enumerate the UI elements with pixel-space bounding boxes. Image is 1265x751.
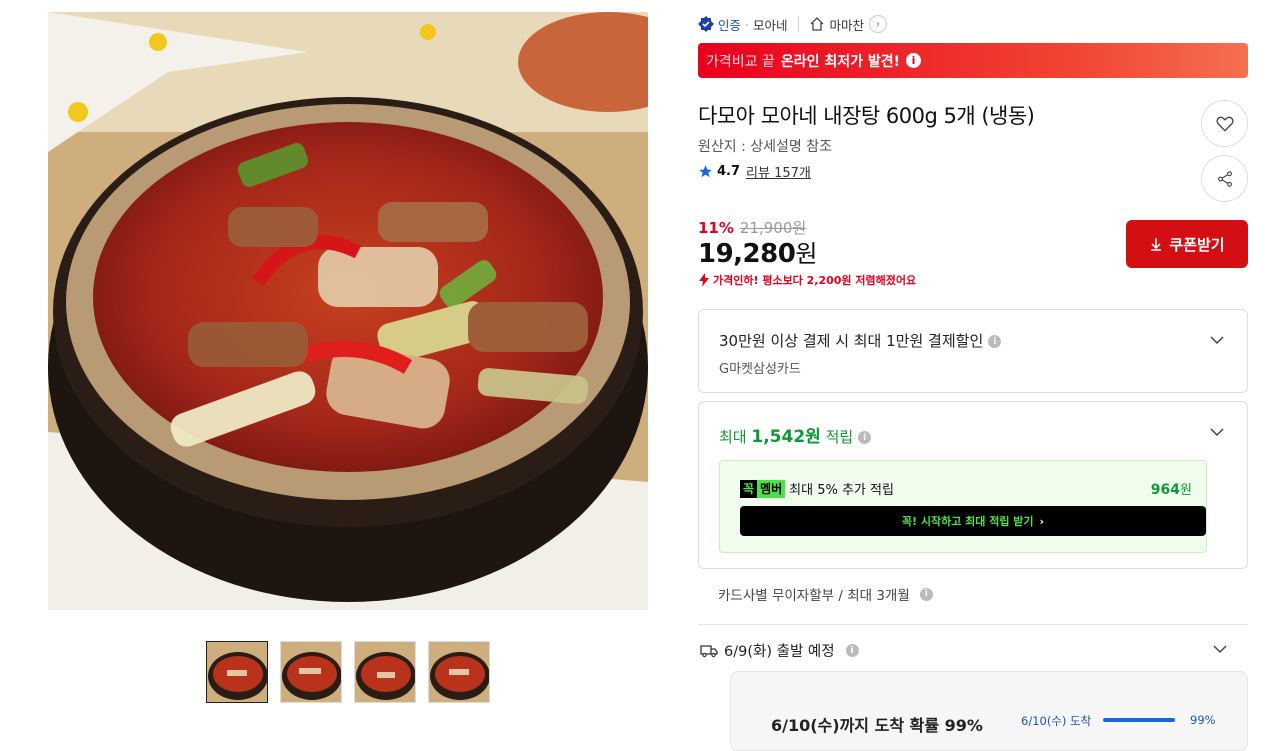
- thumbnail-1[interactable]: [206, 641, 268, 703]
- seller-badges: 인증 · 모아네 마마찬 ›: [698, 14, 888, 34]
- product-main-image: [48, 12, 648, 610]
- arrival-probability-bar: [1103, 718, 1175, 722]
- thumbnail-3[interactable]: [354, 641, 416, 703]
- price-drop-text: 가격인하! 평소보다 2,200원 저렴해졌어요: [713, 274, 917, 287]
- store-name: 마마찬: [829, 17, 865, 33]
- banner-headline: 온라인 최저가 발견!: [780, 53, 901, 70]
- chevron-down-icon[interactable]: [1213, 642, 1227, 656]
- thumbnail-2[interactable]: [280, 641, 342, 703]
- price-currency: 원: [795, 240, 817, 268]
- installment-text: 카드사별 무이자할부 / 최대 3개월: [718, 588, 910, 604]
- card-discount-box[interactable]: 30만원 이상 결제 시 최대 1만원 결제할인 i G마켓삼성카드: [698, 309, 1248, 393]
- membership-panel: 꼭 멤버 최대 5% 추가 적립 964원 꼭! 시작하고 최대 적립 받기 ›: [719, 460, 1207, 553]
- banner-lead: 가격비교 끝: [706, 53, 775, 70]
- star-icon: [699, 165, 712, 178]
- info-icon[interactable]: i: [845, 644, 859, 657]
- info-icon[interactable]: i: [988, 335, 1002, 348]
- arrival-estimate-panel: 6/10(수)까지 도착 확률 99% 6/10(수) 도착 99%: [730, 671, 1248, 751]
- info-icon[interactable]: i: [919, 587, 933, 601]
- chevron-down-icon[interactable]: [1210, 425, 1224, 439]
- verified-check-icon: [698, 16, 714, 32]
- rating-score: 4.7: [717, 164, 741, 179]
- heart-icon: [1215, 116, 1234, 132]
- chevron-right-icon: ›: [869, 15, 888, 33]
- info-icon[interactable]: i: [858, 431, 872, 444]
- store-link[interactable]: 마마찬 ›: [809, 15, 888, 34]
- product-origin: 원산지 : 상세설명 참조: [698, 139, 832, 155]
- review-count-link[interactable]: 리뷰 157개: [746, 162, 811, 181]
- verified-label: 인증: [718, 17, 742, 33]
- rating-summary: 4.7 리뷰 157개: [698, 162, 811, 181]
- points-summary: 최대 1,542원 적립 i: [719, 422, 872, 447]
- lightning-icon: [699, 273, 709, 287]
- card-discount-title: 30만원 이상 결제 시 최대 1만원 결제할인: [719, 332, 984, 350]
- arrival-date: 6/10(수) 도착: [1021, 714, 1092, 728]
- download-icon: [1151, 238, 1162, 251]
- points-amount: 1,542원: [751, 427, 821, 447]
- lowest-price-banner[interactable]: 가격비교 끝 온라인 최저가 발견! i: [698, 43, 1248, 78]
- installment-info: 카드사별 무이자할부 / 최대 3개월 i: [718, 584, 933, 604]
- card-name: G마켓삼성카드: [719, 362, 801, 377]
- membership-text: 최대 5% 추가 적립: [789, 483, 894, 498]
- share-button[interactable]: [1201, 155, 1248, 202]
- shipping-row[interactable]: 6/9(화) 출발 예정 i: [700, 640, 859, 661]
- price-value: 19,280: [698, 239, 796, 269]
- points-box: 최대 1,542원 적립 i 꼭 멤버 최대 5% 추가 적립 964원 꼭! 시작…: [698, 401, 1248, 569]
- price-drop-notice: 가격인하! 평소보다 2,200원 저렴해졌어요: [698, 272, 916, 288]
- product-title: 다모아 모아네 내장탕 600g 5개 (냉동): [698, 104, 1035, 128]
- coupon-label: 쿠폰받기: [1169, 235, 1225, 254]
- verified-seller[interactable]: 인증 · 모아네: [698, 15, 788, 34]
- share-icon: [1217, 170, 1232, 187]
- info-icon[interactable]: i: [906, 53, 922, 68]
- home-icon: [810, 17, 823, 31]
- chevron-right-icon: ›: [1039, 514, 1045, 528]
- arrival-title: 6/10(수)까지 도착 확률 99%: [771, 716, 983, 735]
- membership-badge: 꼭 멤버: [740, 479, 786, 498]
- coupon-button[interactable]: 쿠폰받기: [1126, 220, 1248, 268]
- arrival-pct: 99%: [1190, 713, 1216, 727]
- membership-points: 964원: [1150, 482, 1192, 498]
- membership-cta-button[interactable]: 꼭! 시작하고 최대 적립 받기 ›: [740, 506, 1206, 536]
- seller-name: 모아네: [753, 17, 788, 33]
- ship-depart: 6/9(화) 출발 예정: [724, 644, 835, 660]
- divider: [698, 624, 1248, 625]
- thumbnail-strip: [206, 641, 490, 703]
- chevron-down-icon[interactable]: [1210, 333, 1224, 347]
- thumbnail-4[interactable]: [428, 641, 490, 703]
- truck-icon: [700, 644, 718, 657]
- wishlist-button[interactable]: [1201, 100, 1248, 147]
- current-price: 19,280원: [698, 234, 817, 269]
